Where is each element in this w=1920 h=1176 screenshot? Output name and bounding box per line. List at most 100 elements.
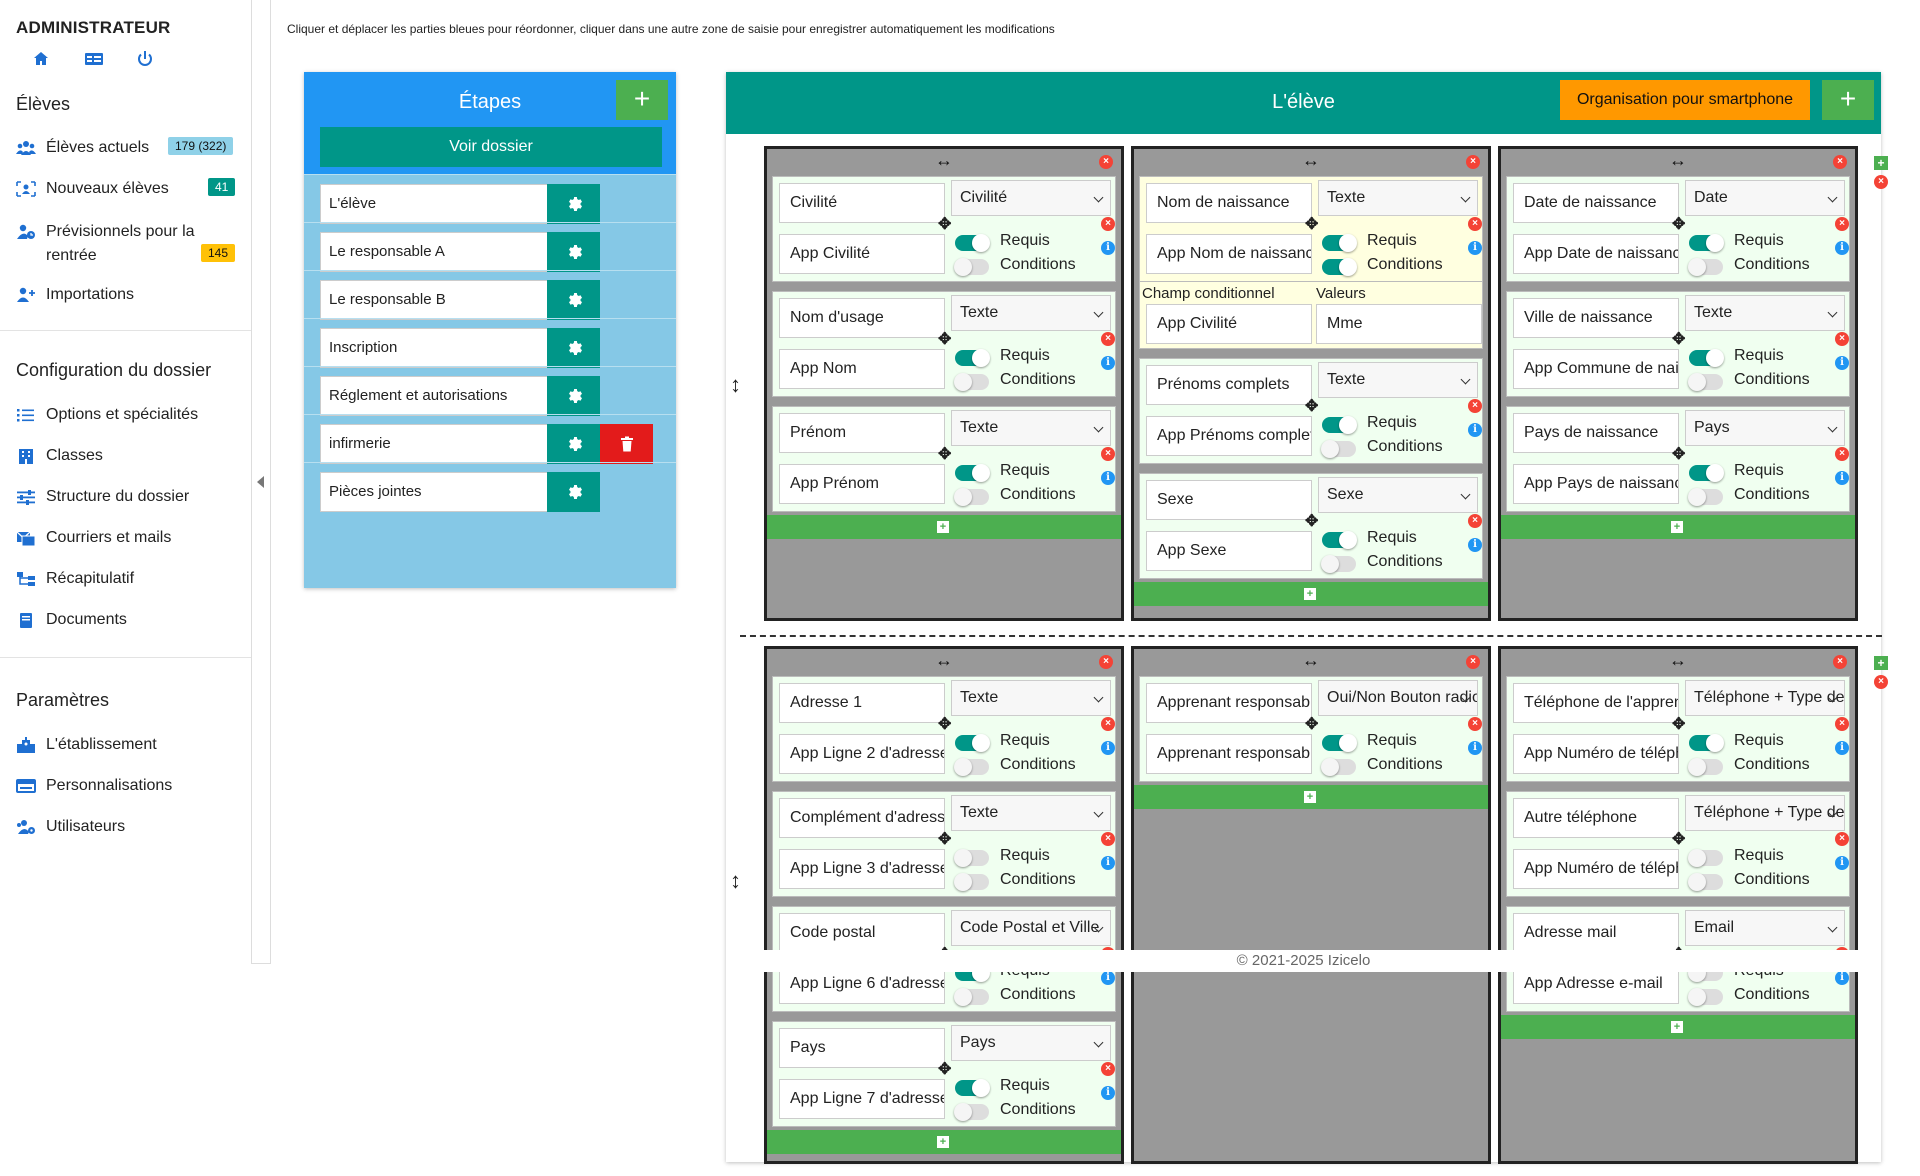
field-info-button[interactable]: i (1101, 356, 1115, 370)
delete-column-button[interactable]: × (1833, 655, 1847, 669)
field-name-input[interactable]: Prénoms complets (1146, 365, 1312, 405)
field-type-select[interactable]: Texte (1318, 180, 1478, 216)
power-icon[interactable] (136, 50, 154, 68)
column-resize-handle-icon[interactable]: ↔ (767, 651, 1121, 669)
field-type-select[interactable]: Pays (951, 1025, 1111, 1061)
field-name-input[interactable]: Prénom (779, 413, 945, 453)
required-toggle[interactable] (1322, 531, 1357, 549)
required-toggle[interactable] (955, 464, 990, 482)
step-label-field[interactable]: Pièces jointes (320, 472, 552, 512)
move-icon[interactable]: ✥ (938, 217, 951, 233)
add-step-button[interactable]: + (616, 80, 668, 120)
move-icon[interactable]: ✥ (938, 447, 951, 463)
field-info-button[interactable]: i (1101, 971, 1115, 985)
conditions-toggle[interactable] (1688, 758, 1723, 776)
field-name-input[interactable]: Date de naissance (1513, 183, 1679, 223)
required-toggle[interactable] (955, 234, 990, 252)
field-card[interactable]: Date de naissance App Date de naissance Da… (1506, 176, 1850, 282)
sidebar-item-personnalisations[interactable]: Personnalisations (16, 777, 238, 795)
required-toggle[interactable] (1689, 734, 1724, 752)
delete-field-button[interactable]: × (1468, 717, 1482, 731)
column-resize-handle-icon[interactable]: ↔ (1501, 151, 1855, 169)
sidebar-item-documents[interactable]: Documents (16, 611, 238, 629)
sidebar-item-etablissement[interactable]: L'établissement (16, 736, 238, 754)
sidebar-item-recapitulatif[interactable]: Récapitulatif (16, 570, 238, 588)
delete-field-button[interactable]: × (1835, 447, 1849, 461)
field-info-button[interactable]: i (1835, 241, 1849, 255)
field-app-name-input[interactable]: App Nom (779, 349, 945, 389)
field-app-name-input[interactable]: App Numéro de téléphone 2 (1513, 849, 1679, 889)
field-card[interactable]: Apprenant responsable Apprenant responsab… (1139, 676, 1483, 782)
move-icon[interactable]: ✥ (1672, 832, 1685, 848)
field-app-name-input[interactable]: App Date de naissance (1513, 234, 1679, 274)
collapse-arrow-icon[interactable] (257, 476, 264, 488)
conditions-toggle[interactable] (1322, 258, 1357, 276)
field-info-button[interactable]: i (1835, 356, 1849, 370)
row-delete-button[interactable]: × (1874, 675, 1888, 689)
move-icon[interactable]: ✥ (1672, 447, 1685, 463)
field-name-input[interactable]: Pays de naissance (1513, 413, 1679, 453)
sidebar-item-courriers[interactable]: Courriers et mails (16, 529, 238, 547)
move-icon[interactable]: ✥ (938, 332, 951, 348)
required-toggle[interactable] (955, 734, 990, 752)
field-name-input[interactable]: Téléphone de l'apprenant (1513, 683, 1679, 723)
delete-column-button[interactable]: × (1099, 155, 1113, 169)
delete-field-button[interactable]: × (1468, 399, 1482, 413)
delete-field-button[interactable]: × (1101, 447, 1115, 461)
field-type-select[interactable]: Email (1685, 910, 1845, 946)
field-card[interactable]: Prénom App Prénom Texte ✥ Requis Conditions × i (772, 406, 1116, 512)
add-field-bar[interactable]: + (1134, 785, 1488, 809)
move-icon[interactable]: ✥ (1672, 332, 1685, 348)
delete-field-button[interactable]: × (1835, 717, 1849, 731)
delete-field-button[interactable]: × (1468, 217, 1482, 231)
sidebar-item-previsionnels[interactable]: Prévisionnels pour la rentrée (16, 220, 196, 268)
move-icon[interactable]: ✥ (1305, 399, 1318, 415)
conditions-toggle[interactable] (1688, 988, 1723, 1006)
add-field-bar[interactable]: + (1501, 515, 1855, 539)
home-icon[interactable] (32, 50, 50, 68)
field-app-name-input[interactable]: App Ligne 3 d'adresse (779, 849, 945, 889)
field-app-name-input[interactable]: App Commune de naissance (1513, 349, 1679, 389)
delete-column-button[interactable]: × (1466, 655, 1480, 669)
row-add-column-button[interactable]: + (1874, 656, 1888, 670)
field-info-button[interactable]: i (1468, 423, 1482, 437)
row-resize-handle-icon[interactable]: ↕ (730, 372, 741, 398)
sidebar-item-structure[interactable]: Structure du dossier (16, 488, 238, 506)
add-field-bar[interactable]: + (767, 515, 1121, 539)
conditions-toggle[interactable] (1321, 440, 1356, 458)
conditions-toggle[interactable] (1321, 758, 1356, 776)
field-app-name-input[interactable]: App Ligne 7 d'adresse (779, 1079, 945, 1119)
required-toggle[interactable] (954, 849, 989, 867)
field-app-name-input[interactable]: App Nom de naissance (1146, 234, 1312, 274)
field-info-button[interactable]: i (1835, 741, 1849, 755)
field-app-name-input[interactable]: App Civilité (779, 234, 945, 274)
field-info-button[interactable]: i (1468, 241, 1482, 255)
field-card[interactable]: Pays App Ligne 7 d'adresse Pays ✥ Requis Cond… (772, 1021, 1116, 1127)
move-icon[interactable]: ✥ (1672, 217, 1685, 233)
field-card[interactable]: Ville de naissance App Commune de naissan… (1506, 291, 1850, 397)
required-toggle[interactable] (955, 349, 990, 367)
conditions-toggle[interactable] (954, 373, 989, 391)
field-info-button[interactable]: i (1101, 241, 1115, 255)
field-card[interactable]: Pays de naissance App Pays de naissance Pa… (1506, 406, 1850, 512)
delete-field-button[interactable]: × (1101, 832, 1115, 846)
field-name-input[interactable]: Adresse mail (1513, 913, 1679, 953)
delete-field-button[interactable]: × (1101, 717, 1115, 731)
step-label-field[interactable]: Le responsable B (320, 280, 552, 320)
field-card[interactable]: Civilité App Civilité Civilité ✥ Requis Condi… (772, 176, 1116, 282)
conditions-toggle[interactable] (954, 258, 989, 276)
add-field-bar[interactable]: + (1501, 1015, 1855, 1039)
field-type-select[interactable]: Téléphone + Type de ligne (1685, 795, 1845, 831)
move-icon[interactable]: ✥ (1305, 217, 1318, 233)
field-type-select[interactable]: Pays (1685, 410, 1845, 446)
delete-column-button[interactable]: × (1099, 655, 1113, 669)
field-type-select[interactable]: Code Postal et Ville (951, 910, 1111, 946)
field-name-input[interactable]: Adresse 1 (779, 683, 945, 723)
field-type-select[interactable]: Texte (1685, 295, 1845, 331)
field-name-input[interactable]: Ville de naissance (1513, 298, 1679, 338)
step-settings-button[interactable] (547, 376, 600, 416)
field-name-input[interactable]: Sexe (1146, 480, 1312, 520)
delete-field-button[interactable]: × (1835, 217, 1849, 231)
field-info-button[interactable]: i (1468, 741, 1482, 755)
field-card[interactable]: Sexe App Sexe Sexe ✥ Requis Conditions × i (1139, 473, 1483, 579)
